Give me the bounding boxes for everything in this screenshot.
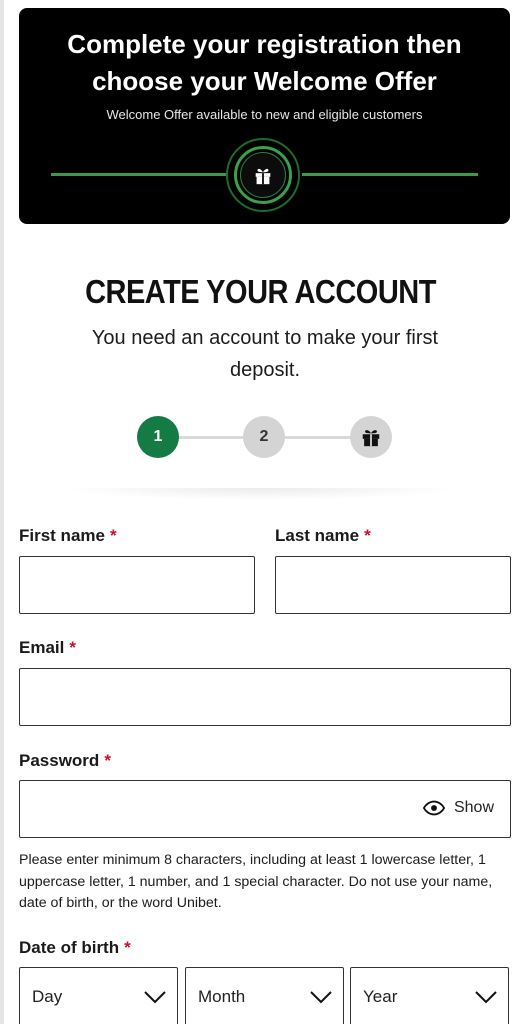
page-subtitle: You need an account to make your first d… [91, 327, 439, 381]
gift-icon [362, 430, 380, 447]
email-input[interactable] [20, 669, 510, 725]
show-password-toggle[interactable]: Show [422, 799, 494, 817]
step-2-indicator: 2 [243, 416, 285, 458]
first-name-field[interactable] [19, 556, 255, 614]
password-requirements-hint: Please enter minimum 8 characters, inclu… [19, 852, 493, 911]
eye-icon [422, 800, 445, 816]
email-label: Email * [19, 638, 76, 657]
last-name-label: Last name * [275, 526, 371, 545]
first-name-input[interactable] [20, 557, 254, 613]
step-3-gift-indicator [350, 416, 392, 458]
welcome-offer-banner: Complete your registration then choose y… [19, 8, 510, 224]
show-password-label: Show [453, 799, 494, 816]
last-name-field[interactable] [275, 556, 511, 614]
dob-month-select[interactable]: Month [185, 967, 344, 1024]
banner-gift-badge [240, 152, 286, 198]
section-divider-shadow [60, 488, 460, 500]
stepper-connector [178, 436, 246, 439]
banner-progress-line-left [51, 173, 226, 176]
chevron-down-icon [310, 991, 332, 1004]
dob-year-select[interactable]: Year [350, 967, 509, 1024]
step-1-indicator: 1 [137, 416, 179, 458]
first-name-label: First name * [19, 526, 117, 545]
dob-year-value: Year [363, 987, 398, 1006]
chevron-down-icon [475, 991, 497, 1004]
password-field[interactable]: Show [19, 780, 511, 838]
left-edge-rule [0, 0, 4, 1024]
dob-month-value: Month [198, 987, 246, 1006]
password-label: Password * [19, 751, 111, 770]
last-name-input[interactable] [276, 557, 510, 613]
banner-subtitle: Welcome Offer available to new and eligi… [106, 107, 423, 122]
dob-day-value: Day [32, 987, 63, 1006]
date-of-birth-label: Date of birth * [19, 938, 131, 957]
dob-day-select[interactable]: Day [19, 967, 178, 1024]
banner-progress-line-right [302, 173, 478, 176]
stepper-connector [284, 436, 352, 439]
chevron-down-icon [144, 991, 166, 1004]
gift-icon [255, 168, 271, 185]
email-field[interactable] [19, 668, 511, 726]
page-title: CREATE YOUR ACCOUNT [85, 274, 436, 311]
banner-title: Complete your registration then choose y… [67, 29, 462, 96]
